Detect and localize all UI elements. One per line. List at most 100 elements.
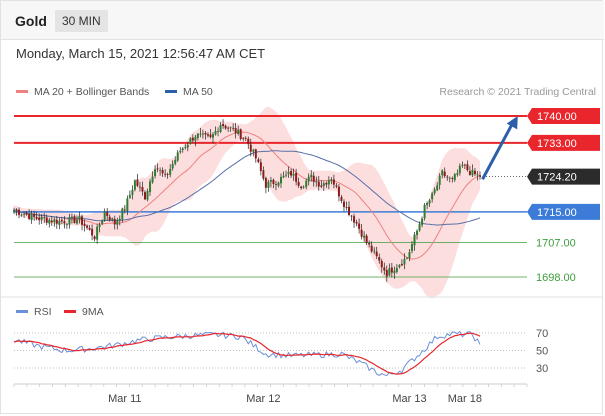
candle-body xyxy=(227,127,230,129)
candle-body xyxy=(441,170,444,176)
candle-body xyxy=(400,263,403,266)
candle-body xyxy=(204,132,207,135)
candle-body xyxy=(73,216,76,223)
candle-body xyxy=(390,267,393,273)
candle-body xyxy=(166,174,169,176)
candle-body xyxy=(146,190,149,200)
candle-body xyxy=(75,220,78,224)
candle-body xyxy=(81,216,84,225)
candle-body xyxy=(118,218,121,221)
candle-body xyxy=(398,265,401,268)
candle-body xyxy=(111,218,114,221)
candle-body xyxy=(194,136,197,141)
candle-body xyxy=(149,181,152,193)
candle-body xyxy=(181,148,184,150)
candle-body xyxy=(40,216,43,220)
candle-body xyxy=(463,164,466,166)
candle-body xyxy=(272,179,275,184)
candle-body xyxy=(123,209,126,211)
candle-body xyxy=(68,217,71,225)
candle-body xyxy=(98,224,101,227)
candle-body xyxy=(222,124,225,127)
candle-body xyxy=(113,218,116,225)
candle-body xyxy=(413,234,416,246)
candle-body xyxy=(259,162,262,171)
legend-label-9ma: 9MA xyxy=(82,306,104,318)
candle-body xyxy=(20,214,23,216)
candle-body xyxy=(143,192,146,200)
candle-body xyxy=(375,251,378,257)
candle-body xyxy=(196,133,199,138)
candle-body xyxy=(229,127,232,129)
candle-body xyxy=(53,219,56,223)
rsi-legend: RSI 9MA xyxy=(16,306,104,318)
candle-body xyxy=(101,220,104,224)
candle-body xyxy=(410,244,413,252)
candle-body xyxy=(476,174,479,176)
candle-body xyxy=(126,198,129,212)
candle-body xyxy=(257,159,260,163)
candle-body xyxy=(151,176,154,183)
candle-body xyxy=(473,170,476,175)
candle-body xyxy=(267,181,270,188)
candle-body xyxy=(55,219,58,224)
level-label-1707.00: 1707.00 xyxy=(536,238,576,250)
candle-body xyxy=(136,179,139,186)
candle-body xyxy=(285,174,288,176)
candle-body xyxy=(131,189,134,195)
ma50-line xyxy=(13,150,481,226)
candle-body xyxy=(297,181,300,186)
candle-body xyxy=(161,170,164,174)
candle-body xyxy=(368,242,371,245)
candle-body xyxy=(327,180,330,185)
candle-body xyxy=(468,171,471,175)
candle-body xyxy=(128,194,131,198)
candle-body xyxy=(355,222,358,224)
candle-body xyxy=(232,127,235,129)
candle-body xyxy=(345,206,348,208)
candle-body xyxy=(383,267,386,271)
candle-body xyxy=(342,201,345,208)
candle-body xyxy=(48,219,51,224)
candle-body xyxy=(38,217,41,221)
candle-body xyxy=(88,227,91,230)
candle-body xyxy=(305,180,308,188)
candle-body xyxy=(249,144,252,152)
candle-body xyxy=(156,168,159,170)
x-tick-mar-13: Mar 13 xyxy=(392,393,426,405)
rsi-tick-70: 70 xyxy=(536,328,548,340)
legend-swatch-rsi xyxy=(16,310,28,313)
rsi-pane: 70 50 30 xyxy=(13,328,548,377)
candle-body xyxy=(300,186,303,189)
candle-body xyxy=(23,214,26,215)
candle-body xyxy=(138,186,141,188)
candle-body xyxy=(388,268,391,276)
candle-body xyxy=(18,209,21,215)
level-label-1698.00: 1698.00 xyxy=(536,272,576,284)
candle-body xyxy=(174,159,177,164)
candle-body xyxy=(262,170,265,179)
candle-body xyxy=(141,187,144,192)
candle-body xyxy=(60,219,63,222)
candle-body xyxy=(211,134,214,138)
candle-body xyxy=(234,128,237,134)
rsi-tick-30: 30 xyxy=(536,363,548,375)
candle-body xyxy=(274,184,277,185)
candle-body xyxy=(121,208,124,220)
candle-body xyxy=(244,137,247,139)
legend-label-ma50: MA 50 xyxy=(183,86,213,98)
candle-body xyxy=(453,174,456,180)
candle-body xyxy=(378,257,381,261)
bollinger-bands xyxy=(14,106,480,299)
candle-body xyxy=(133,180,136,190)
candle-body xyxy=(58,220,61,225)
candle-body xyxy=(50,220,53,223)
projection-arrow-head xyxy=(506,116,518,130)
candle-body xyxy=(83,223,86,226)
candle-body xyxy=(405,258,408,260)
candle-body xyxy=(380,261,383,268)
candle-body xyxy=(428,200,431,204)
level-label-1724.20: 1724.20 xyxy=(537,172,577,184)
candle-body xyxy=(310,174,313,178)
candle-body xyxy=(154,169,157,177)
